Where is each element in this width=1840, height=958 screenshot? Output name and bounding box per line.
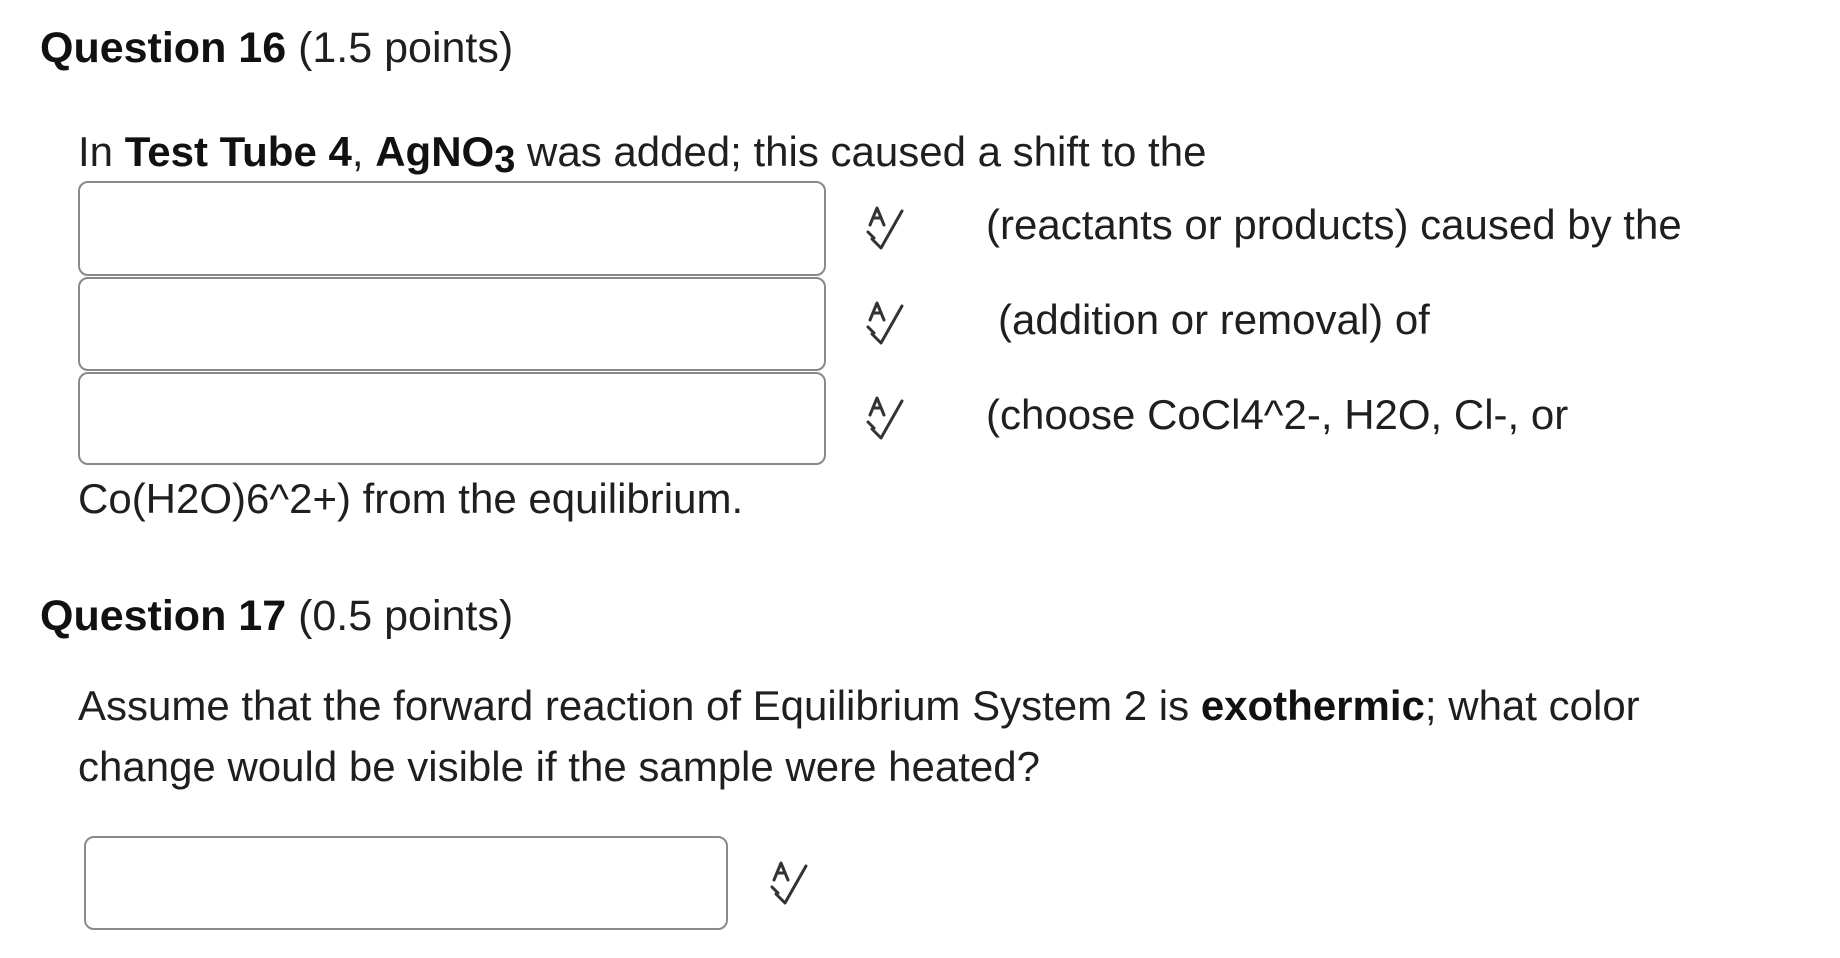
prompt-text: In: [78, 128, 125, 175]
question-17-heading: Question 17 (0.5 points): [40, 595, 513, 638]
question-17-prompt-line-1: Assume that the forward reaction of Equi…: [78, 685, 1640, 727]
question-number: Question 16: [40, 24, 287, 72]
blank-2-input[interactable]: [78, 277, 826, 371]
test-tube-label: Test Tube 4: [124, 128, 352, 175]
spellcheck-icon[interactable]: [768, 860, 814, 908]
prompt-text: was added; this caused a shift to the: [515, 128, 1207, 175]
prompt-text: ; what color: [1424, 682, 1640, 729]
question-points: (1.5 points): [298, 24, 514, 72]
prompt-text: ,: [351, 128, 376, 175]
formula-main: AgNO: [375, 128, 495, 175]
prompt-text: Assume that the forward reaction of Equi…: [78, 682, 1201, 729]
blank-1-input[interactable]: [78, 181, 826, 276]
question-16-trailing-text: Co(H2O)6^2+) from the equilibrium.: [78, 475, 744, 522]
spellcheck-icon[interactable]: [864, 300, 910, 348]
question-points: (0.5 points): [298, 592, 514, 640]
chemical-formula: AgNO3: [375, 128, 515, 180]
spellcheck-icon[interactable]: [864, 395, 910, 443]
emphasis-text: exothermic: [1200, 682, 1425, 729]
question-16-prompt: In Test Tube 4, AgNO3 was added; this ca…: [78, 128, 1207, 180]
formula-subscript: 3: [494, 139, 516, 181]
blank-2-hint: (addition or removal) of: [998, 296, 1430, 343]
blank-3-hint: (choose CoCl4^2-, H2O, Cl-, or: [986, 391, 1569, 438]
blank-3-input[interactable]: [78, 372, 826, 465]
question-17-prompt-line-2: change would be visible if the sample we…: [78, 743, 1040, 790]
spellcheck-icon[interactable]: [864, 205, 910, 253]
question-17-answer-input[interactable]: [84, 836, 728, 930]
question-number: Question 17: [40, 592, 287, 640]
question-16-heading: Question 16 (1.5 points): [40, 27, 513, 70]
blank-1-hint: (reactants or products) caused by the: [986, 201, 1682, 248]
